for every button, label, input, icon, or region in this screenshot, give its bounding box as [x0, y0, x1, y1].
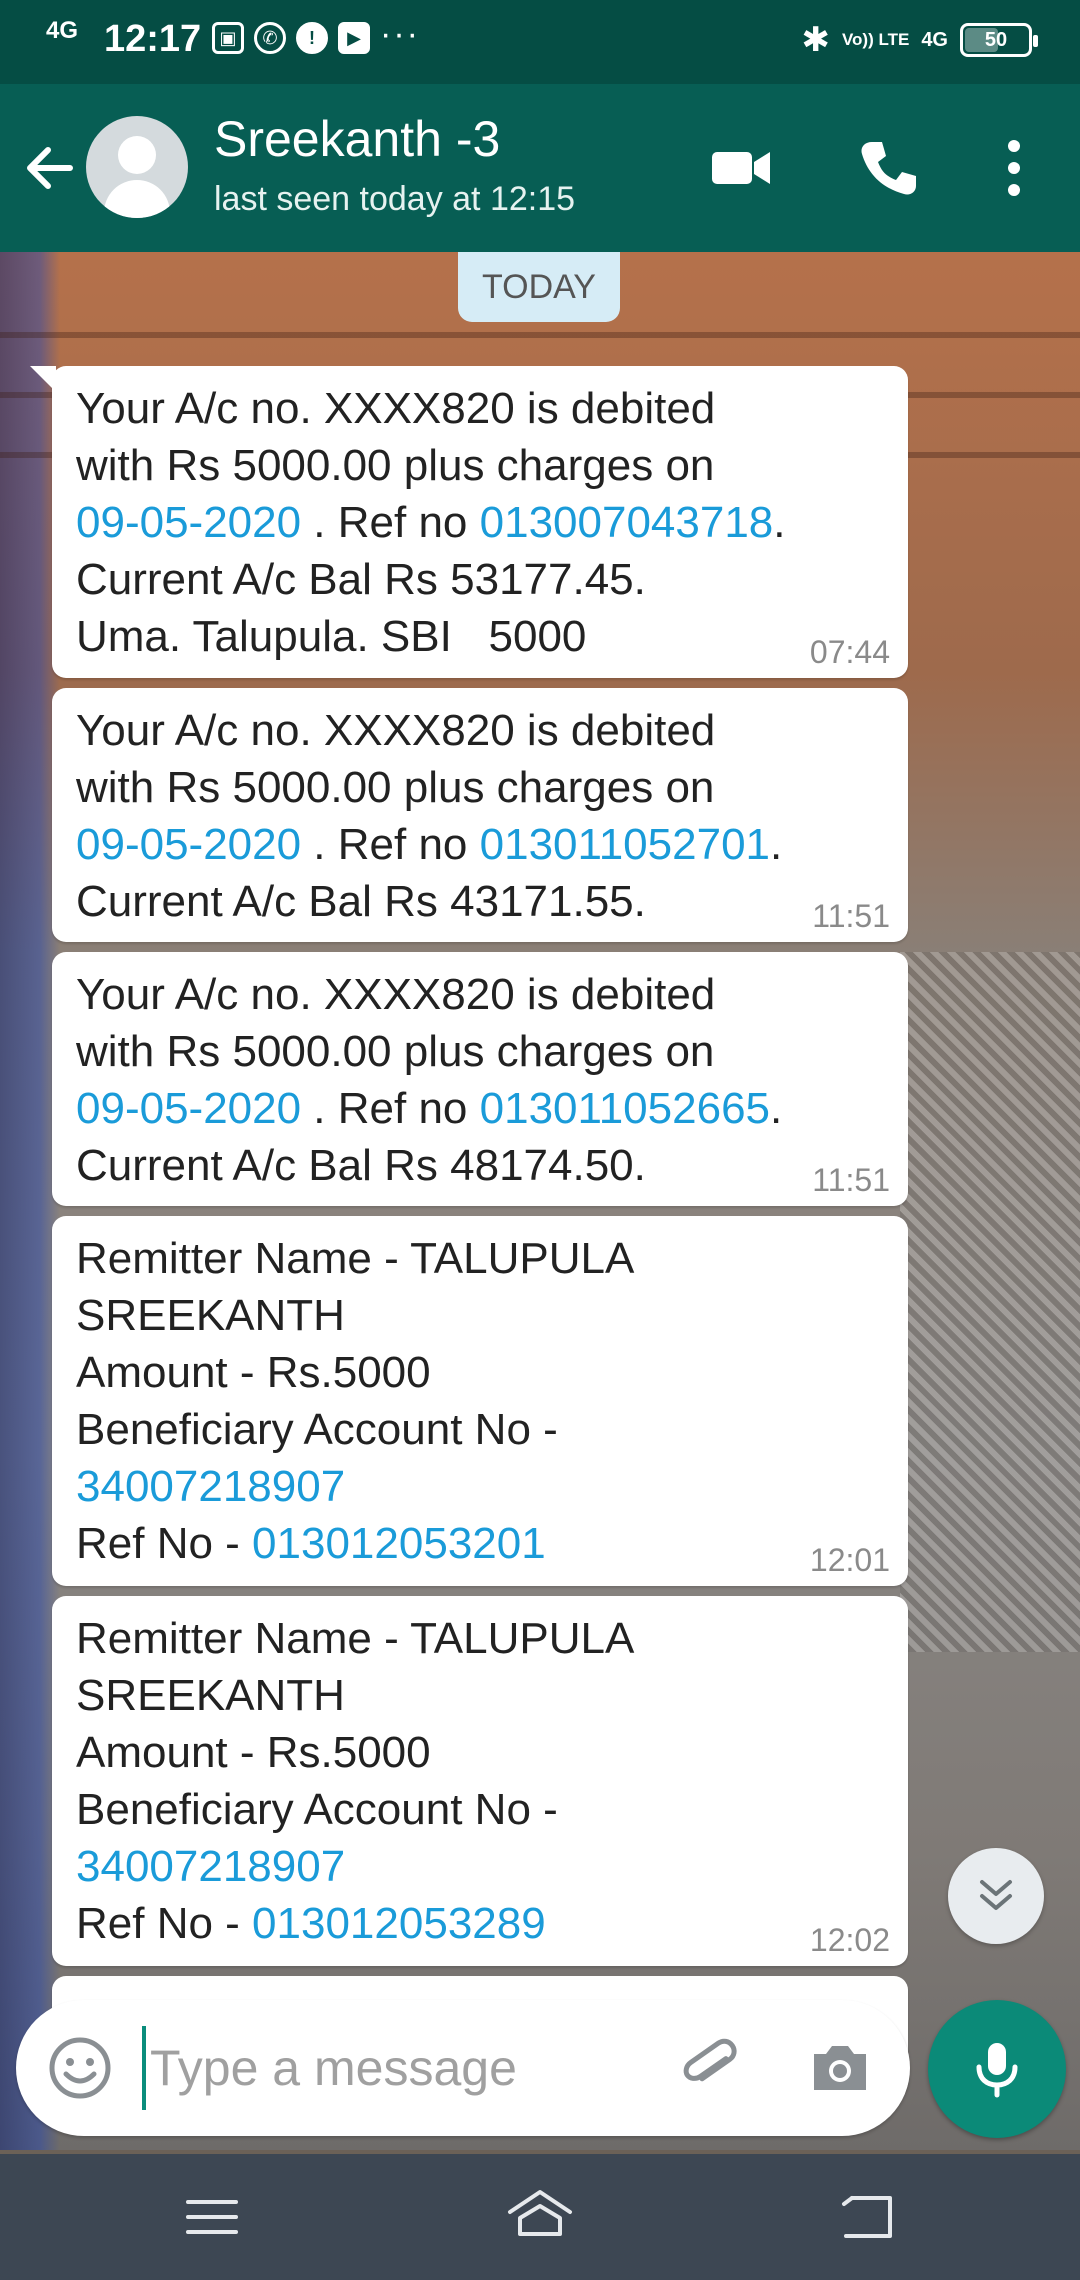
avatar-body-shape	[104, 180, 170, 218]
chat-header: Sreekanth -3 last seen today at 12:15	[0, 84, 1080, 252]
message-input[interactable]	[142, 2026, 662, 2110]
status-bar: 4G 12:17 ▣ ✆ ! ▶ ··· ✱ Vo)) LTE 4G 50	[0, 0, 1080, 84]
message-text: Current A/c Bal Rs 53177.45.	[76, 555, 646, 604]
volte-indicator: Vo)) LTE	[841, 30, 910, 49]
avatar[interactable]	[86, 116, 188, 218]
network-type: 4G	[921, 28, 948, 51]
battery-icon: 50	[960, 23, 1038, 57]
back-arrow-icon[interactable]	[18, 136, 82, 200]
message-time: 11:51	[812, 898, 890, 934]
message-text: . Ref no	[301, 820, 480, 869]
last-seen-status[interactable]: last seen today at 12:15	[214, 180, 575, 219]
account-number-link[interactable]: 34007218907	[76, 1458, 884, 1515]
message-time: 12:02	[809, 1922, 890, 1958]
message-text: .	[770, 1084, 783, 1133]
whatsapp-notification-icon: ✆	[254, 22, 286, 54]
date-link[interactable]: 09-05-2020	[76, 498, 301, 547]
voice-message-button[interactable]	[928, 2000, 1066, 2138]
wallpaper-brick-line	[0, 332, 1080, 338]
message-bubble[interactable]: Remitter Name - TALUPULA SREEKANTH Amoun…	[52, 1596, 908, 1966]
chat-messages-area[interactable]: TODAY Your A/c no. XXXX820 is debited wi…	[0, 252, 1080, 2150]
message-text: . Ref no	[301, 498, 480, 547]
message-text-line: 09-05-2020 . Ref no 013007043718.	[76, 494, 884, 551]
message-text: Uma. Talupula. SBI 5000	[76, 612, 587, 661]
status-right-group: ✱ Vo)) LTE 4G 50	[801, 20, 1038, 60]
message-text: Ref No -	[76, 1899, 253, 1948]
message-text-line: Ref No - 013012053289	[76, 1895, 884, 1952]
avatar-head-shape	[118, 136, 156, 174]
message-text: Beneficiary Account No -	[76, 1405, 558, 1454]
scroll-to-bottom-button[interactable]	[948, 1848, 1044, 1944]
ref-number-link[interactable]: 013007043718	[480, 498, 774, 547]
message-text: Remitter Name - TALUPULA	[76, 1234, 635, 1283]
date-link[interactable]: 09-05-2020	[76, 820, 301, 869]
message-text-line: 09-05-2020 . Ref no 013011052665.	[76, 1080, 884, 1137]
message-text: SREEKANTH	[76, 1291, 345, 1340]
ref-number-link[interactable]: 013011052701	[480, 820, 770, 869]
message-bubble[interactable]: Your A/c no. XXXX820 is debited with Rs …	[52, 952, 908, 1206]
gallery-notification-icon: ▣	[212, 22, 244, 54]
message-text: Ref No -	[76, 1519, 253, 1568]
message-bubble[interactable]: Your A/c no. XXXX820 is debited with Rs …	[52, 688, 908, 942]
message-text: with Rs 5000.00 plus charges on	[76, 441, 715, 490]
double-chevron-down-icon	[980, 1880, 1012, 1910]
message-time: 07:44	[809, 634, 890, 670]
message-text: SREEKANTH	[76, 1671, 345, 1720]
bluetooth-icon: ✱	[801, 21, 830, 59]
ref-number-link[interactable]: 013012053201	[252, 1519, 546, 1568]
date-separator: TODAY	[458, 252, 620, 322]
attach-icon[interactable]	[672, 2030, 748, 2106]
youtube-notification-icon: ▶	[338, 22, 370, 54]
message-text: Current A/c Bal Rs 43171.55.	[76, 877, 646, 926]
battery-level: 50	[984, 28, 1008, 51]
microphone-icon	[976, 2043, 1018, 2098]
ref-number-link[interactable]: 013012053289	[252, 1899, 546, 1948]
message-composer	[16, 2000, 910, 2136]
signal-indicator: 4G	[46, 17, 79, 44]
message-text: Beneficiary Account No -	[76, 1785, 558, 1834]
more-options-icon[interactable]	[982, 132, 1054, 204]
message-text-line: 09-05-2020 . Ref no 013011052701.	[76, 816, 884, 873]
message-text: Your A/c no. XXXX820 is debited	[76, 970, 716, 1019]
alert-notification-icon: !	[296, 22, 328, 54]
voice-call-icon[interactable]	[852, 132, 924, 204]
date-link[interactable]: 09-05-2020	[76, 1084, 301, 1133]
camera-icon[interactable]	[804, 2032, 876, 2104]
status-time: 12:17	[104, 18, 202, 60]
message-bubble[interactable]: Your A/c no. XXXX820 is debited with Rs …	[30, 366, 908, 678]
message-text: .	[770, 820, 783, 869]
menu-icon[interactable]	[176, 2184, 248, 2250]
message-text: Your A/c no. XXXX820 is debited	[76, 706, 716, 755]
ref-number-link[interactable]: 013011052665	[480, 1084, 770, 1133]
back-nav-icon[interactable]	[832, 2184, 904, 2250]
video-call-icon[interactable]	[706, 132, 778, 204]
message-text: Remitter Name - TALUPULA	[76, 1614, 635, 1663]
notification-icons: ▣ ✆ ! ▶ ···	[212, 15, 420, 54]
message-text: Current A/c Bal Rs 48174.50.	[76, 1141, 646, 1190]
message-text: . Ref no	[301, 1084, 480, 1133]
message-text: with Rs 5000.00 plus charges on	[76, 1027, 715, 1076]
home-icon[interactable]	[504, 2184, 576, 2250]
emoji-icon[interactable]	[46, 2034, 114, 2102]
account-number-link[interactable]: 34007218907	[76, 1838, 884, 1895]
contact-name[interactable]: Sreekanth -3	[214, 110, 500, 168]
message-text: Amount - Rs.5000	[76, 1348, 431, 1397]
message-text: with Rs 5000.00 plus charges on	[76, 763, 715, 812]
message-text: .	[773, 498, 786, 547]
message-time: 11:51	[812, 1162, 890, 1198]
message-time: 12:01	[809, 1542, 890, 1578]
message-text: Your A/c no. XXXX820 is debited	[76, 384, 716, 433]
system-navigation-bar	[0, 2154, 1080, 2280]
message-bubble[interactable]: Remitter Name - TALUPULA SREEKANTH Amoun…	[52, 1216, 908, 1586]
wallpaper-mesh	[900, 952, 1080, 1652]
message-text-line: Ref No - 013012053201	[76, 1515, 884, 1572]
message-text: Amount - Rs.5000	[76, 1728, 431, 1777]
more-notifications-icon: ···	[380, 15, 420, 53]
